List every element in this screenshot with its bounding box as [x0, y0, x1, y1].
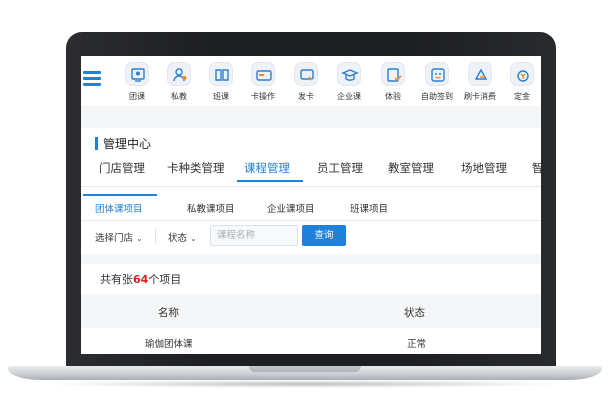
- top-nav-bar: 团课 私教 班课 卡操作 发卡 企业课 体验 自助签到 刷卡消费 定金: [81, 56, 541, 106]
- tab-more-truncated[interactable]: 智: [532, 160, 541, 176]
- title-accent-bar: [95, 137, 98, 150]
- nav-item-class[interactable]: 班课: [201, 62, 241, 104]
- subtab-class-course[interactable]: 班课项目: [350, 201, 388, 215]
- laptop-shadow: [40, 380, 570, 388]
- cell-status: 正常: [407, 339, 427, 350]
- active-tab-underline: [237, 180, 303, 182]
- summary-prefix: 共有张: [100, 273, 133, 286]
- nav-item-private-coach[interactable]: 私教: [159, 62, 199, 104]
- column-header-status: 状态: [404, 307, 425, 319]
- tab-staff-management[interactable]: 员工管理: [317, 160, 363, 176]
- divider: [81, 220, 541, 221]
- tab-card-type-management[interactable]: 卡种类管理: [167, 160, 225, 176]
- enterprise-class-icon: [337, 62, 361, 86]
- nav-item-card-swipe[interactable]: 刷卡消费: [460, 62, 500, 104]
- query-button[interactable]: 查询: [302, 225, 346, 246]
- tab-classroom-management[interactable]: 教室管理: [388, 160, 434, 176]
- nav-item-issue-card[interactable]: 发卡: [286, 62, 326, 104]
- class-icon: [209, 62, 233, 86]
- laptop-mockup: 团课 私教 班课 卡操作 发卡 企业课 体验 自助签到 刷卡消费 定金 管理中心…: [0, 0, 610, 420]
- nav-item-deposit[interactable]: 定金: [502, 62, 541, 104]
- self-checkin-icon: [425, 62, 449, 86]
- subtab-group-course[interactable]: 团体课项目: [95, 201, 143, 215]
- page-title: 管理中心: [103, 137, 152, 151]
- store-select-label: 选择门店: [95, 233, 134, 244]
- deposit-icon: [510, 62, 534, 86]
- tab-store-management[interactable]: 门店管理: [99, 160, 145, 176]
- tab-venue-management[interactable]: 场地管理: [461, 160, 507, 176]
- group-class-icon: [125, 62, 149, 86]
- nav-item-card-operation[interactable]: 卡操作: [243, 62, 283, 104]
- status-select[interactable]: 状态 ⌄: [168, 230, 197, 244]
- chevron-down-icon: ⌄: [190, 234, 197, 243]
- chevron-down-icon: ⌄: [136, 234, 143, 243]
- private-coach-icon: [167, 62, 191, 86]
- card-operation-icon: [251, 62, 275, 86]
- project-count: 64: [133, 273, 149, 286]
- column-header-name: 名称: [158, 307, 179, 319]
- filter-separator: [155, 228, 156, 244]
- store-select[interactable]: 选择门店 ⌄: [95, 230, 143, 244]
- cell-course-name: 瑜伽团体课: [145, 339, 193, 350]
- divider: [81, 186, 541, 187]
- nav-item-enterprise-class[interactable]: 企业课: [329, 62, 369, 104]
- nav-item-trial[interactable]: 体验: [373, 62, 413, 104]
- project-count-summary: 共有张64个项目: [100, 271, 181, 287]
- table-header: [81, 294, 541, 328]
- nav-label: 定金: [514, 92, 530, 101]
- subtab-private-course[interactable]: 私教课项目: [187, 201, 235, 215]
- menu-icon[interactable]: [83, 71, 101, 87]
- course-name-search-input[interactable]: [210, 225, 298, 246]
- laptop-screen: 团课 私教 班课 卡操作 发卡 企业课 体验 自助签到 刷卡消费 定金 管理中心…: [81, 56, 541, 354]
- trial-icon: [381, 62, 405, 86]
- tab-course-management[interactable]: 课程管理: [244, 160, 290, 176]
- subtab-enterprise-course[interactable]: 企业课项目: [267, 201, 315, 215]
- laptop-base-notch: [249, 366, 361, 372]
- nav-item-self-checkin[interactable]: 自助签到: [417, 62, 457, 104]
- nav-item-group-class[interactable]: 团课: [117, 62, 157, 104]
- summary-suffix: 个项目: [148, 273, 182, 286]
- card-swipe-icon: [468, 62, 492, 86]
- issue-card-icon: [294, 62, 318, 86]
- section-gap: [81, 254, 541, 264]
- status-select-label: 状态: [168, 233, 188, 244]
- section-gap: [81, 106, 541, 128]
